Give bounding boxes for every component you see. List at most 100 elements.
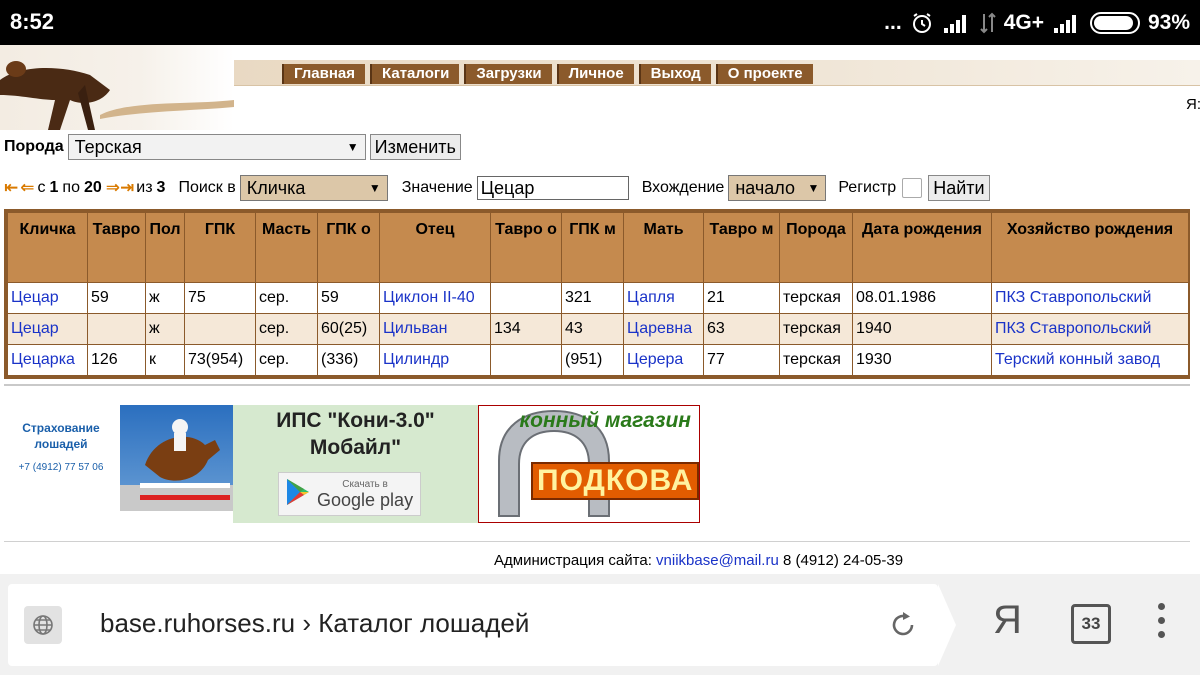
register-label: Регистр: [838, 179, 897, 196]
nav-downloads[interactable]: Загрузки: [464, 64, 552, 84]
cell: сер.: [255, 282, 318, 314]
status-icons: ... 4G+ 93%: [884, 0, 1190, 45]
nav-about[interactable]: О проекте: [715, 64, 813, 84]
horse-name-link[interactable]: Цецарка: [11, 351, 75, 368]
cell-name: Цецар: [7, 313, 88, 345]
search-row: ⇤ ⇐ с 1 по 20 ⇒ ⇥ из 3 Поиск в Кличка ▼ …: [4, 174, 990, 202]
horse-name-link[interactable]: Цецар: [11, 320, 59, 337]
insurance-title: Страхование лошадей: [22, 421, 100, 451]
gplay-small-text: Скачать в: [342, 478, 388, 490]
nav-catalogs[interactable]: Каталоги: [370, 64, 460, 84]
col-header[interactable]: Дата рождения: [852, 212, 992, 283]
cell: сер.: [255, 344, 318, 376]
col-header[interactable]: Тавро м: [703, 212, 780, 283]
table-header-row: Кличка Тавро Пол ГПК Масть ГПК о Отец Та…: [7, 212, 1189, 283]
sire-link[interactable]: Циклон II-40: [383, 289, 475, 306]
dam-link[interactable]: Церера: [627, 351, 683, 368]
cell-dam: Царевна: [623, 313, 704, 345]
farm-link[interactable]: ПКЗ Ставропольский: [995, 320, 1151, 337]
cell: 08.01.1986: [852, 282, 992, 314]
col-header[interactable]: Отец: [379, 212, 491, 283]
reload-icon[interactable]: [886, 608, 920, 647]
register-checkbox[interactable]: [902, 178, 923, 198]
dam-link[interactable]: Цапля: [627, 289, 675, 306]
cell: терская: [779, 282, 853, 314]
url-text: base.ruhorses.ru › Каталог лошадей: [100, 608, 530, 638]
col-header[interactable]: Кличка: [7, 212, 88, 283]
cell: 75: [184, 282, 256, 314]
cell: 126: [87, 344, 146, 376]
change-button[interactable]: Изменить: [369, 134, 461, 160]
find-button[interactable]: Найти: [928, 175, 990, 201]
horse-name-link[interactable]: Цецар: [11, 289, 59, 306]
site-logo: [0, 45, 234, 130]
admin-email-link[interactable]: vniikbase@mail.ru: [656, 552, 779, 569]
col-header[interactable]: Тавро: [87, 212, 146, 283]
signal-icon: [942, 12, 972, 34]
battery-icon: [1089, 11, 1140, 34]
nav-logout[interactable]: Выход: [638, 64, 711, 84]
notification-dots: ...: [884, 10, 902, 34]
search-value-input[interactable]: Цецар: [476, 176, 629, 200]
status-bar: 8:52 ... 4G+ 93%: [0, 0, 1200, 45]
occurrence-label: Вхождение: [641, 179, 725, 196]
cell-sire: Цилиндр: [379, 344, 491, 376]
cell: ж: [145, 282, 185, 314]
col-header[interactable]: Порода: [779, 212, 853, 283]
farm-link[interactable]: Терский конный завод: [995, 351, 1160, 368]
yandex-button[interactable]: Я: [993, 598, 1022, 643]
overflow-menu-icon[interactable]: [1158, 603, 1165, 638]
cell: 59: [317, 282, 380, 314]
cell: [490, 282, 562, 314]
cell: 43: [561, 313, 624, 345]
site-header: Главная Каталоги Загрузки Личное Выход О…: [0, 45, 1200, 130]
sire-link[interactable]: Цилиндр: [383, 351, 449, 368]
col-header[interactable]: Хозяйство рождения: [991, 212, 1189, 283]
insurance-banner[interactable]: Страхование лошадей +7 (4912) 77 57 06: [6, 420, 116, 473]
app-title: ИПС "Кони-3.0" Мобайл": [276, 409, 435, 459]
nav-home[interactable]: Главная: [282, 64, 366, 84]
tabs-count-button[interactable]: 33: [1071, 604, 1111, 644]
col-header[interactable]: ГПК о: [317, 212, 380, 283]
farm-link[interactable]: ПКЗ Ставропольский: [995, 289, 1151, 306]
cell: 59: [87, 282, 146, 314]
gplay-big-text: Google play: [317, 489, 414, 510]
to-label: по: [62, 179, 80, 196]
col-header[interactable]: Мать: [623, 212, 704, 283]
globe-icon[interactable]: [24, 606, 62, 644]
breed-select[interactable]: Терская ▼: [67, 134, 366, 160]
last-page-icon[interactable]: ⇥: [120, 178, 134, 198]
main-nav: Главная Каталоги Загрузки Личное Выход О…: [282, 64, 818, 84]
admin-label: Администрация сайта:: [494, 552, 652, 569]
from-value: 1: [49, 179, 59, 196]
cell: 63: [703, 313, 780, 345]
address-bar[interactable]: base.ruhorses.ru › Каталог лошадей: [8, 584, 956, 666]
insurance-phone: +7 (4912) 77 57 06: [18, 462, 104, 473]
col-header[interactable]: ГПК: [184, 212, 256, 283]
col-header[interactable]: Пол: [145, 212, 185, 283]
first-page-icon[interactable]: ⇤: [4, 178, 18, 198]
cell: 77: [703, 344, 780, 376]
value-label: Значение: [401, 179, 473, 196]
sire-link[interactable]: Цильван: [383, 320, 448, 337]
col-header[interactable]: Масть: [255, 212, 318, 283]
col-header[interactable]: Тавро о: [490, 212, 562, 283]
google-play-button[interactable]: Скачать в Google play: [278, 472, 421, 516]
nav-personal[interactable]: Личное: [556, 64, 634, 84]
jumping-horse-image[interactable]: [120, 405, 233, 511]
col-header[interactable]: ГПК м: [561, 212, 624, 283]
occurrence-select[interactable]: начало ▼: [728, 175, 827, 201]
cell: 1930: [852, 344, 992, 376]
shop-title: конный магазин: [519, 409, 692, 432]
prev-page-icon[interactable]: ⇐: [20, 178, 34, 198]
cell: к: [145, 344, 185, 376]
dropdown-arrow-icon: ▼: [346, 140, 359, 154]
app-banner[interactable]: ИПС "Кони-3.0" Мобайл" Скачать в Google …: [233, 405, 478, 523]
to-value: 20: [83, 179, 102, 196]
table-row: Цецар ж сер. 60(25) Цильван 134 43 Царев…: [7, 313, 1189, 345]
dropdown-arrow-icon: ▼: [807, 181, 820, 195]
horse-shop-banner[interactable]: конный магазин ПОДКОВА: [478, 405, 700, 523]
dam-link[interactable]: Царевна: [627, 320, 692, 337]
next-page-icon[interactable]: ⇒: [106, 178, 120, 198]
search-field-select[interactable]: Кличка ▼: [239, 175, 388, 201]
